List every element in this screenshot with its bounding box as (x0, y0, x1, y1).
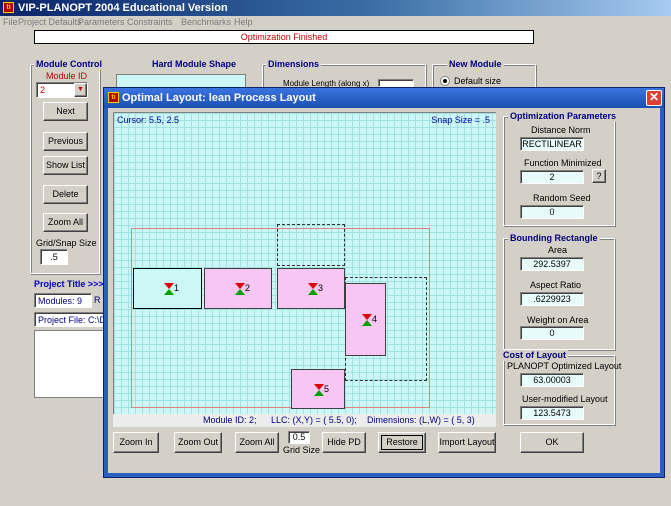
menu-file[interactable]: File (3, 17, 18, 27)
user-modified-cost-field: 123.5473 (520, 406, 584, 420)
dialog-app-icon: ti (108, 92, 119, 103)
zoom-out-button[interactable]: Zoom Out (174, 432, 222, 453)
chevron-down-icon[interactable]: ▼ (74, 83, 87, 97)
app-title: VIP-PLANOPT 2004 Educational Version (18, 2, 228, 14)
optimization-parameters-label: Optimization Parameters (508, 111, 619, 122)
distance-norm-field: RECTILINEAR (520, 137, 584, 151)
aspect-ratio-field: .6229923 (520, 292, 584, 306)
dimensions-label: Dimensions (266, 59, 322, 70)
module-number: 3 (318, 283, 324, 293)
module-5[interactable]: 5 (291, 369, 345, 409)
module-3[interactable]: 3 (277, 268, 345, 309)
module-number: 1 (174, 283, 180, 293)
module-id-info: Module ID: 2; (203, 415, 257, 425)
dialog-title: Optimal Layout: lean Process Layout (122, 92, 316, 104)
bounding-rectangle-label: Bounding Rectangle (508, 233, 600, 244)
project-r-text: R (94, 295, 101, 305)
grid-size-input[interactable]: 0.5 (288, 431, 310, 444)
planopt-cost-field: 63.00003 (520, 373, 584, 387)
cost-of-layout-label: Cost of Layout (501, 350, 568, 361)
close-icon[interactable]: ✕ (646, 90, 662, 106)
project-title-label: Project Title >>> (34, 279, 104, 289)
restore-button[interactable]: Restore (378, 432, 426, 453)
menu-constraints[interactable]: Constraints (127, 17, 173, 27)
weight-on-area-label: Weight on Area (527, 315, 589, 325)
menu-benchmarks[interactable]: Benchmarks (181, 17, 231, 27)
module-marker-icon (362, 314, 372, 326)
cursor-readout: Cursor: 5.5, 2.5 (117, 115, 180, 125)
menu-parameters[interactable]: Parameters (78, 17, 125, 27)
module-marker-icon (314, 384, 324, 396)
function-minimized-label: Function Minimized (524, 158, 602, 168)
module-id-value: 2 (40, 85, 46, 95)
planopt-layout-label: PLANOPT Optimized Layout (507, 361, 622, 371)
module-1[interactable]: 1 (133, 268, 202, 309)
module-number: 4 (372, 314, 378, 324)
module-info-strip: Module ID: 2; LLC: (X,Y) = ( 5.5, 0); Di… (113, 414, 496, 427)
module-marker-icon (308, 283, 318, 295)
previous-button[interactable]: Previous (43, 132, 88, 151)
snap-size-readout: Snap Size = .5 (431, 115, 490, 125)
app-icon: ti (3, 2, 14, 13)
module-id-label: Module ID (46, 71, 88, 81)
modules-count-field: Modules: 9 (34, 293, 92, 308)
dialog-title-bar[interactable]: ti Optimal Layout: lean Process Layout ✕ (104, 88, 664, 108)
show-list-button[interactable]: Show List (43, 156, 88, 175)
random-seed-label: Random Seed (533, 193, 591, 203)
weight-on-area-field: 0 (520, 326, 584, 340)
grid-snap-input[interactable]: .5 (40, 249, 68, 265)
hard-module-shape-label: Hard Module Shape (150, 59, 239, 70)
grid-snap-label: Grid/Snap Size (36, 238, 97, 248)
module-control-label: Module Control (34, 59, 104, 70)
main-title-bar[interactable]: ti VIP-PLANOPT 2004 Educational Version (0, 0, 671, 16)
menu-bar: File Project Defaults Parameters Constra… (0, 16, 671, 30)
module-number: 5 (324, 384, 330, 394)
zoom-all-button[interactable]: Zoom All (235, 432, 279, 453)
area-field: 292.5397 (520, 257, 584, 271)
area-label: Area (548, 245, 568, 255)
module-length-input[interactable] (378, 79, 414, 87)
module-2[interactable]: 2 (204, 268, 272, 309)
dotted-outline-3 (277, 224, 345, 266)
module-number: 2 (245, 283, 251, 293)
dialog-body: Cursor: 5.5, 2.5 Snap Size = .5 1 2 3 4 … (108, 108, 660, 473)
aspect-ratio-label: Aspect Ratio (530, 280, 582, 290)
next-button[interactable]: Next (43, 102, 88, 121)
menu-project-defaults[interactable]: Project Defaults (18, 17, 82, 27)
module-marker-icon (164, 283, 174, 295)
help-button[interactable]: ? (592, 169, 606, 183)
status-box: Optimization Finished (34, 30, 534, 44)
hide-pd-button[interactable]: Hide PD (322, 432, 366, 453)
menu-help[interactable]: Help (234, 17, 253, 27)
default-size-radio[interactable] (440, 76, 450, 86)
new-module-label: New Module (447, 59, 504, 70)
module-shape-preview (116, 74, 246, 88)
user-modified-layout-label: User-modified Layout (522, 394, 608, 404)
default-size-label: Default size (454, 76, 502, 86)
ok-button[interactable]: OK (520, 432, 584, 453)
optimal-layout-dialog: ti Optimal Layout: lean Process Layout ✕… (103, 87, 665, 478)
delete-button[interactable]: Delete (43, 185, 88, 204)
project-notes-area[interactable] (34, 330, 104, 398)
project-file-field: Project File: C:\Doc (34, 312, 104, 327)
llc-info: LLC: (X,Y) = ( 5.5, 0); (271, 415, 357, 425)
zoom-in-button[interactable]: Zoom In (113, 432, 159, 453)
module-4[interactable]: 4 (345, 283, 386, 356)
function-minimized-field: 2 (520, 170, 584, 184)
zoom-all-main-button[interactable]: Zoom All (43, 213, 88, 232)
distance-norm-label: Distance Norm (531, 125, 591, 135)
module-id-select[interactable]: 2 ▼ (36, 82, 88, 98)
grid-size-label: Grid Size (283, 445, 321, 455)
random-seed-field: 0 (520, 205, 584, 219)
layout-canvas[interactable]: Cursor: 5.5, 2.5 Snap Size = .5 1 2 3 4 … (113, 112, 496, 414)
module-marker-icon (235, 283, 245, 295)
dimensions-info: Dimensions: (L,W) = ( 5, 3) (367, 415, 475, 425)
import-layout-button[interactable]: Import Layout (438, 432, 496, 453)
